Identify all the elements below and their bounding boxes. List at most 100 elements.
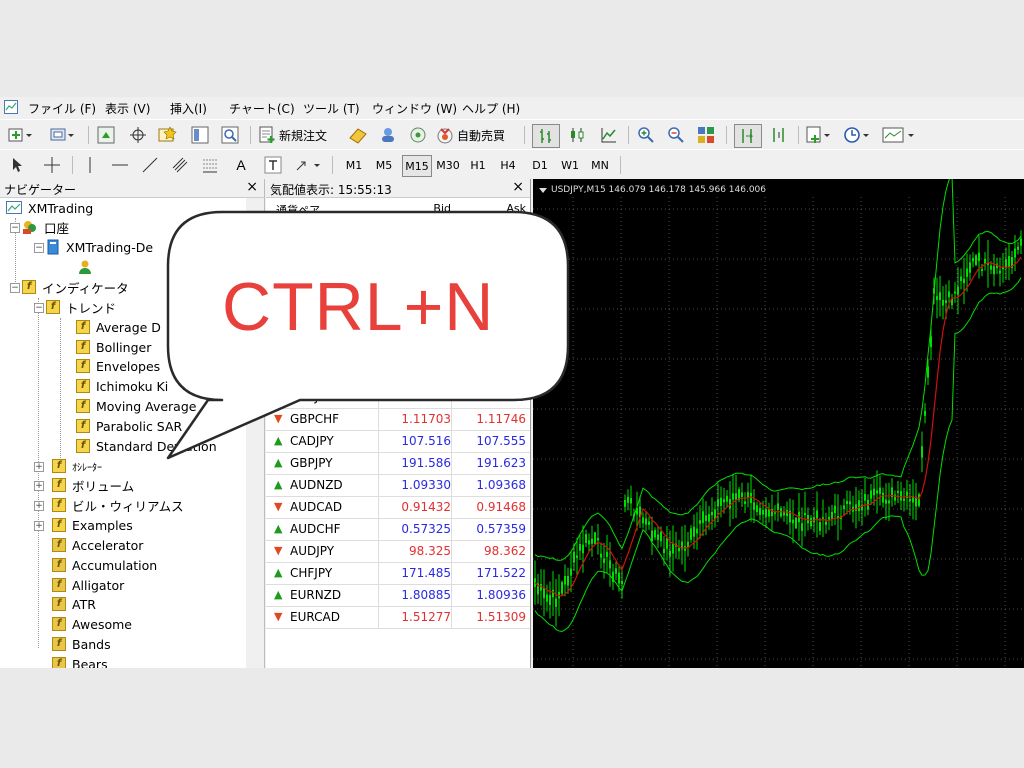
timeframe-m15[interactable]: M15 (402, 155, 432, 177)
community-icon[interactable] (376, 124, 400, 146)
menu-view[interactable]: 表示 (V) (105, 100, 150, 117)
tree-account-user[interactable] (78, 257, 92, 277)
quote-row[interactable]: ▲ CHFJPY 171.485 171.522 (266, 562, 530, 585)
quote-row[interactable]: ▲ CADJPY 107.516 107.555 (266, 430, 530, 453)
tree-awesome[interactable]: f Awesome (52, 614, 132, 634)
quote-row[interactable]: ▼ EURCAD 1.51277 1.51309 (266, 606, 530, 629)
tree-indicator-standard-deviation[interactable]: f Standard Deviation (76, 436, 217, 456)
tree-indicator-parabolic-sar[interactable]: f Parabolic SAR (76, 416, 182, 436)
tree-server[interactable]: XMTrading-De (46, 237, 153, 257)
tree-oscillators[interactable]: f ｵｼﾚｰﾀｰ (52, 456, 102, 476)
cursor-icon[interactable] (8, 154, 28, 176)
quote-row[interactable]: ▲ AUDNZD 1.09330 1.09368 (266, 474, 530, 497)
zoom-out-icon[interactable] (664, 124, 688, 146)
chart-window[interactable]: USDJPY,M15 146.079 146.178 145.966 146.0… (533, 179, 1024, 668)
timeframe-d1[interactable]: D1 (526, 155, 554, 175)
navigator-toggle[interactable] (156, 124, 180, 146)
menu-help[interactable]: ヘルプ (H) (462, 100, 520, 117)
tile-windows-icon[interactable] (694, 124, 718, 146)
quote-row[interactable]: ▲ AUDCHF 0.57325 0.57359 (266, 518, 530, 541)
horizontal-line-icon[interactable] (108, 154, 132, 176)
tree-accumulation[interactable]: f Accumulation (52, 555, 157, 575)
auto-trading-button[interactable]: 自動売買 (436, 124, 518, 146)
timeframe-h1[interactable]: H1 (464, 155, 492, 175)
text-label-icon[interactable] (262, 154, 284, 176)
timeframe-w1[interactable]: W1 (556, 155, 584, 175)
tree-indicator-ichimoku[interactable]: f Ichimoku Ki (76, 376, 168, 396)
tree-xmtrading[interactable]: XMTrading (6, 198, 93, 218)
quote-row[interactable]: ▼ GBPCHF 1.11703 1.11746 (266, 408, 530, 431)
tree-indicator-bollinger[interactable]: f Bollinger (76, 337, 151, 357)
auto-scroll-button[interactable] (734, 124, 762, 148)
tree-bill-williams[interactable]: f ビル・ウィリアムス (52, 495, 184, 515)
new-chart-button[interactable] (6, 124, 36, 146)
collapse-server-icon[interactable]: − (34, 243, 44, 253)
menu-chart[interactable]: チャート(C) (229, 100, 295, 117)
expand-bill-williams-icon[interactable]: + (34, 501, 44, 511)
expand-volumes-icon[interactable]: + (34, 481, 44, 491)
market-watch-close-button[interactable]: × (512, 179, 524, 195)
column-bid[interactable]: Bid (433, 202, 451, 215)
quote-row[interactable]: ▲ EURJPY 162.680 162.709 (266, 386, 530, 409)
column-ask[interactable]: Ask (506, 202, 526, 215)
tree-trend[interactable]: f トレンド (46, 297, 116, 317)
candlestick-button[interactable] (564, 124, 590, 146)
quote-row[interactable]: ▲ EURCHF 0.94848 0.94879 (266, 364, 530, 387)
tree-atr[interactable]: f ATR (52, 594, 96, 614)
new-order-button[interactable]: 新規注文 (258, 124, 340, 146)
column-symbol[interactable]: 通貨ペア (276, 202, 320, 218)
channel-icon[interactable] (168, 154, 192, 176)
candle-body (687, 541, 689, 547)
tree-alligator[interactable]: f Alligator (52, 575, 124, 595)
metaeditor-icon[interactable] (346, 124, 370, 146)
tree-volumes[interactable]: f ボリューム (52, 475, 134, 495)
tree-accelerator[interactable]: f Accelerator (52, 535, 143, 555)
vertical-line-icon[interactable] (80, 154, 100, 176)
collapse-trend-icon[interactable]: − (34, 303, 44, 313)
fibonacci-icon[interactable] (198, 154, 222, 176)
line-chart-button[interactable] (596, 124, 622, 146)
quote-row[interactable]: ▼ AUDCAD 0.91432 0.91468 (266, 496, 530, 519)
profiles-button[interactable] (48, 124, 78, 146)
timeframe-h4[interactable]: H4 (494, 155, 522, 175)
crosshair-icon[interactable] (40, 154, 64, 176)
tree-accounts[interactable]: 口座 (22, 217, 69, 237)
quote-row[interactable]: ▼ AUDJPY 98.325 98.362 (266, 540, 530, 563)
tree-bands[interactable]: f Bands (52, 634, 111, 654)
signals-icon[interactable] (406, 124, 430, 146)
text-tool-button[interactable]: A (230, 154, 252, 176)
indicators-dropdown[interactable] (804, 124, 836, 146)
menu-tools[interactable]: ツール (T) (303, 100, 360, 117)
zoom-in-icon[interactable] (634, 124, 658, 146)
navigator-close-button[interactable]: × (246, 179, 258, 195)
terminal-toggle[interactable] (188, 124, 212, 146)
tree-bears[interactable]: f Bears (52, 654, 108, 668)
quote-row[interactable]: ▲ EURNZD 1.80885 1.80936 (266, 584, 530, 607)
periods-dropdown[interactable] (840, 124, 876, 146)
menu-file[interactable]: ファイル (F) (28, 100, 96, 117)
tree-indicator-moving-average[interactable]: f Moving Average (76, 396, 196, 416)
timeframe-mn[interactable]: MN (586, 155, 614, 175)
expand-examples-icon[interactable]: + (34, 521, 44, 531)
data-window-crosshair-icon[interactable] (126, 124, 150, 146)
arrows-dropdown[interactable] (292, 154, 326, 176)
trendline-icon[interactable] (138, 154, 162, 176)
timeframe-m5[interactable]: M5 (370, 155, 398, 175)
collapse-indicators-icon[interactable]: − (10, 283, 20, 293)
tree-examples[interactable]: f Examples (52, 515, 133, 535)
menu-window[interactable]: ウィンドウ (W) (372, 100, 457, 117)
tree-indicator-envelopes[interactable]: f Envelopes (76, 356, 160, 376)
bar-chart-button[interactable] (532, 124, 560, 148)
expand-oscillators-icon[interactable]: + (34, 462, 44, 472)
collapse-accounts-icon[interactable]: − (10, 223, 20, 233)
menu-insert[interactable]: 挿入(I) (170, 100, 207, 117)
timeframe-m30[interactable]: M30 (434, 155, 462, 175)
tree-indicators[interactable]: f インディケータ (22, 277, 129, 297)
chart-shift-button[interactable] (766, 124, 792, 146)
market-watch-toggle[interactable] (94, 124, 118, 146)
timeframe-m1[interactable]: M1 (340, 155, 368, 175)
quote-row[interactable]: ▲ GBPJPY 191.586 191.623 (266, 452, 530, 475)
tree-indicator-average-d[interactable]: f Average D (76, 317, 161, 337)
strategy-tester-toggle[interactable] (218, 124, 242, 146)
templates-dropdown[interactable] (880, 124, 920, 146)
